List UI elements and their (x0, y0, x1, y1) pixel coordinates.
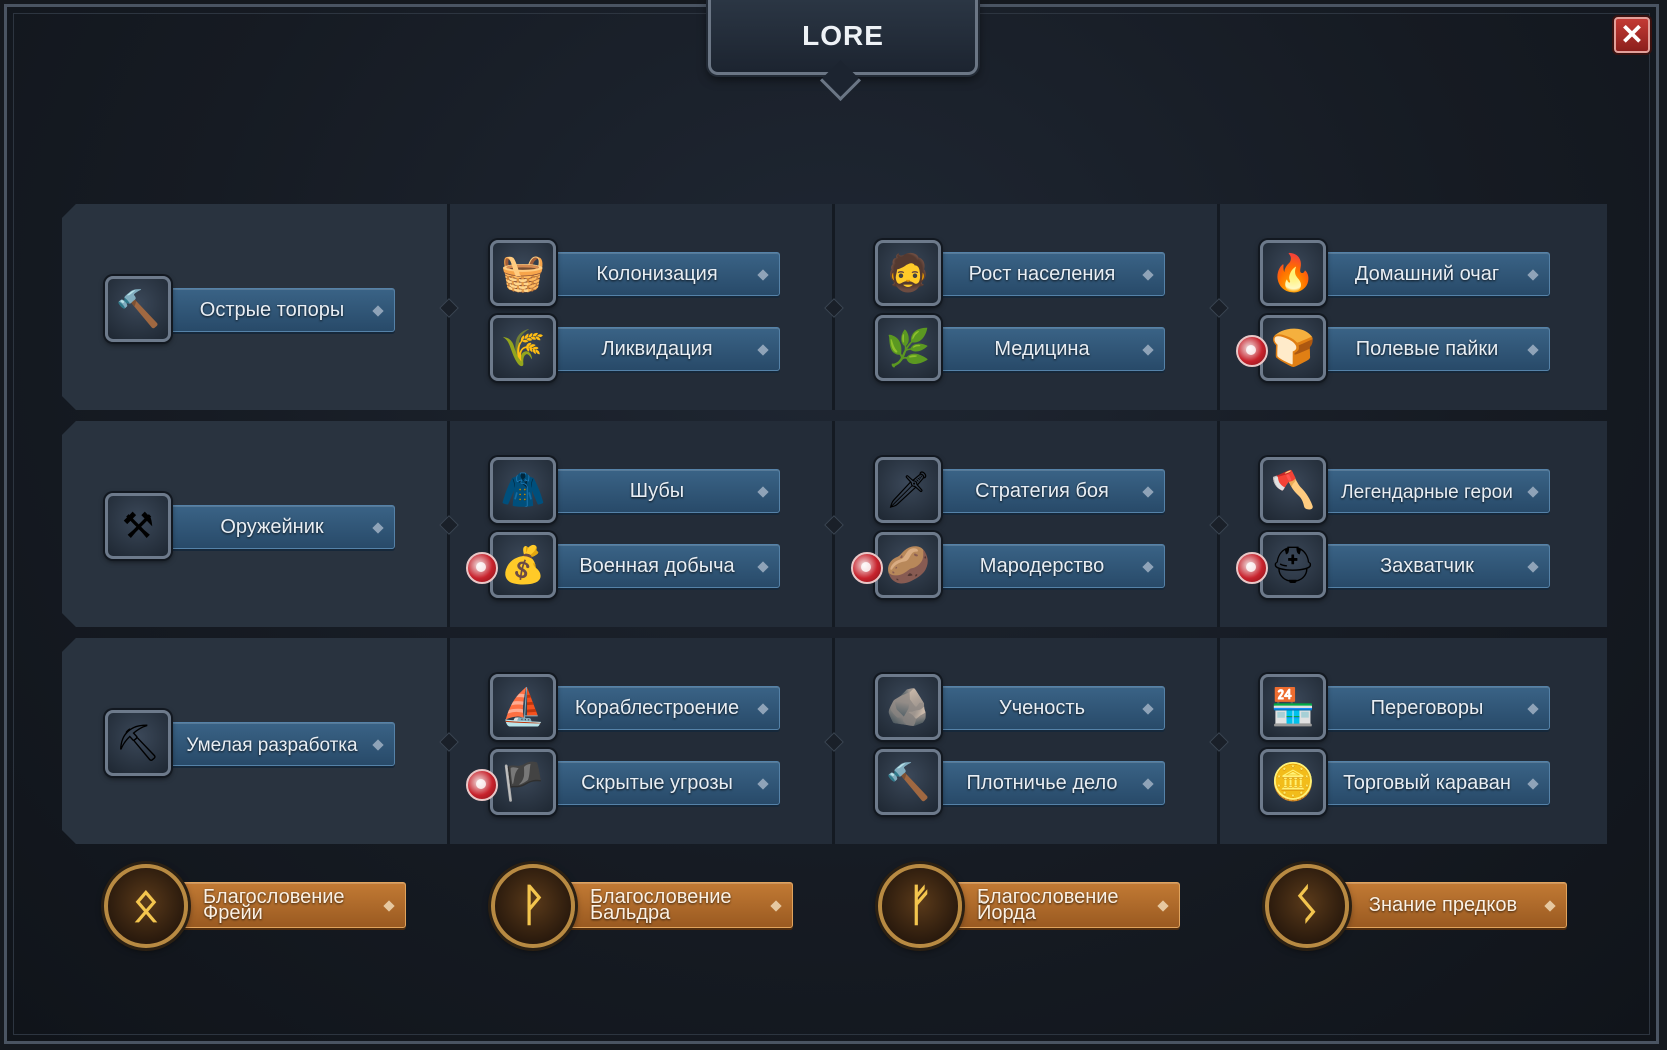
fur-pelt-icon: 🧥 (490, 457, 556, 523)
fire-icon: 🔥 (1260, 240, 1326, 306)
skill-label[interactable]: Торговый караван (1320, 761, 1550, 805)
fehu-rune-icon: ᚠ (878, 864, 962, 948)
sowilo-rune-icon: ᛊ (1265, 864, 1349, 948)
double-axe-icon: 🪓 (1260, 457, 1326, 523)
skill-label[interactable]: Медицина (935, 327, 1165, 371)
skill-label[interactable]: Рост населения (935, 252, 1165, 296)
skill-label[interactable]: Стратегия боя (935, 469, 1165, 513)
close-button[interactable]: ✕ (1614, 17, 1650, 53)
skill-label[interactable]: Захватчик (1320, 544, 1550, 588)
skill-label[interactable]: Полевые пайки (1320, 327, 1550, 371)
blessing-label[interactable]: Знание предков (1337, 882, 1567, 928)
pickaxe-icon: ⛏ (105, 710, 171, 776)
food-basket-icon: 🧺 (490, 240, 556, 306)
coins-trade-icon: 🪙 (1260, 749, 1326, 815)
skill-label[interactable]: Колонизация (550, 252, 780, 296)
blessing-label[interactable]: Благословение Бальдра (563, 882, 793, 928)
banner-icon: 🏴 (490, 749, 556, 815)
skill-label[interactable]: Скрытые угрозы (550, 761, 780, 805)
plunder-pile-icon: 🥔 (875, 532, 941, 598)
page-title: LORE (802, 20, 884, 51)
locked-badge-icon (1236, 335, 1268, 367)
skill-label[interactable]: Острые топоры (165, 288, 395, 332)
locked-badge-icon (466, 769, 498, 801)
market-stall-icon: 🏪 (1260, 674, 1326, 740)
wunjo-rune-icon: ᚹ (491, 864, 575, 948)
herb-leaf-icon: 🌿 (875, 315, 941, 381)
loot-bag-icon: 💰 (490, 532, 556, 598)
skill-label[interactable]: Переговоры (1320, 686, 1550, 730)
othala-rune-icon: ᛟ (104, 864, 188, 948)
skill-label[interactable]: Умелая разработка (165, 722, 395, 766)
ship-sail-icon: ⛵ (490, 674, 556, 740)
anvil-icon: ⚒ (105, 493, 171, 559)
locked-badge-icon (466, 552, 498, 584)
locked-badge-icon (1236, 552, 1268, 584)
bread-sack-icon: 🍞 (1260, 315, 1326, 381)
skill-label[interactable]: Домашний очаг (1320, 252, 1550, 296)
blessing-label[interactable]: Благословение Фрейи (176, 882, 406, 928)
skill-label[interactable]: Кораблестроение (550, 686, 780, 730)
horned-helmet-icon: ⛑ (1260, 532, 1326, 598)
carpenter-hammer-icon: 🔨 (875, 749, 941, 815)
skill-label[interactable]: Оружейник (165, 505, 395, 549)
grain-sack-icon: 🌾 (490, 315, 556, 381)
skill-label[interactable]: Плотничье дело (935, 761, 1165, 805)
skill-label[interactable]: Ликвидация (550, 327, 780, 371)
skill-label[interactable]: Шубы (550, 469, 780, 513)
skill-label[interactable]: Ученость (935, 686, 1165, 730)
skill-label[interactable]: Мародерство (935, 544, 1165, 588)
hammer-icon: 🔨 (105, 276, 171, 342)
sword-icon: 🗡 (875, 457, 941, 523)
viking-face-icon: 🧔 (875, 240, 941, 306)
rune-stone-icon: 🪨 (875, 674, 941, 740)
skill-label[interactable]: Военная добыча (550, 544, 780, 588)
locked-badge-icon (851, 552, 883, 584)
blessing-label[interactable]: Благословение Йорда (950, 882, 1180, 928)
skill-label[interactable]: Легендарные герои (1320, 469, 1550, 513)
